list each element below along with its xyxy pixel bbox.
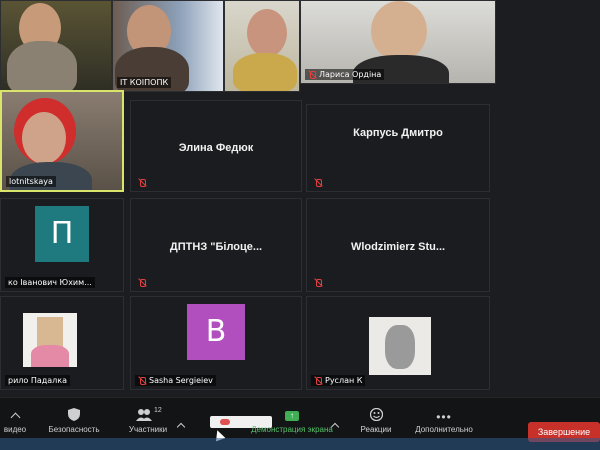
share-screen-button[interactable]: ↑ Демонстрация экрана <box>250 411 334 434</box>
participant-name: Wlodzimierz Stu... <box>350 241 446 254</box>
os-taskbar <box>0 438 600 450</box>
participant-tile-5[interactable]: Элина Федюк <box>130 100 302 192</box>
avatar <box>369 317 431 375</box>
participants-icon-wrap: 12 <box>136 407 162 421</box>
avatar <box>23 313 77 367</box>
reactions-button[interactable]: Реакции <box>354 408 398 434</box>
mic-muted-icon <box>314 279 322 287</box>
participant-name: Карпусь Дмитро <box>353 127 443 140</box>
mic-status <box>311 278 325 288</box>
chevron-up-icon <box>330 422 340 432</box>
end-meeting-label: Завершение <box>537 427 591 437</box>
participants-chevron[interactable] <box>176 422 186 434</box>
avatar: П <box>35 205 89 262</box>
mic-muted-icon <box>138 376 146 385</box>
participant-tile-3[interactable] <box>224 0 300 92</box>
participant-tile-7[interactable]: П ко Іванович Юхим... <box>0 198 124 292</box>
chevron-up-icon <box>10 412 20 423</box>
participant-name: Лариса Ордіна <box>305 69 385 80</box>
participant-name: рило Падалка <box>5 375 71 386</box>
share-screen-icon: ↑ <box>285 411 299 421</box>
more-button[interactable]: ••• Дополнительно <box>408 410 480 434</box>
participant-name: ДПТНЗ "Білоце... <box>169 241 263 254</box>
participant-tile-8[interactable]: ДПТНЗ "Білоце... <box>130 198 302 292</box>
participant-tile-2[interactable]: IT КОІПОПК <box>112 0 224 92</box>
mic-muted-icon <box>314 376 322 385</box>
participants-count: 12 <box>154 407 162 414</box>
reactions-label: Реакции <box>360 425 392 434</box>
share-screen-label: Демонстрация экрана <box>251 425 333 434</box>
participant-name: lotnitskaya <box>6 176 56 187</box>
avatar-letter: П <box>50 216 74 252</box>
people-icon <box>136 409 152 421</box>
participant-tile-active-speaker[interactable]: lotnitskaya <box>0 90 124 192</box>
mic-muted-icon <box>308 70 316 79</box>
video-label: видео <box>3 425 27 434</box>
mic-muted-icon <box>138 179 146 187</box>
meeting-toolbar: видео Безопасность 12 Участники ↑ Демонс… <box>0 397 600 450</box>
participant-name: Sasha Sergieiev <box>135 375 216 386</box>
security-button[interactable]: Безопасность <box>44 408 104 434</box>
participant-tile-6[interactable]: Карпусь Дмитро <box>306 104 490 192</box>
video-button[interactable]: видео <box>0 412 30 434</box>
mic-status <box>135 178 149 188</box>
shield-icon <box>68 408 80 421</box>
more-dots-icon: ••• <box>436 410 452 424</box>
participant-tile-12[interactable]: Руслан К <box>306 296 490 390</box>
security-label: Безопасность <box>48 425 100 434</box>
red-dot-icon <box>220 419 230 425</box>
share-chevron[interactable] <box>330 422 340 434</box>
mic-status <box>311 178 325 188</box>
participant-tile-10[interactable]: рило Падалка <box>0 296 124 390</box>
participants-label: Участники <box>128 425 168 434</box>
participant-tile-1[interactable] <box>0 0 112 92</box>
smiley-icon <box>369 408 383 421</box>
participants-button[interactable]: 12 Участники <box>120 407 176 434</box>
avatar-letter: B <box>205 314 227 350</box>
avatar: B <box>187 303 245 360</box>
participant-tile-11[interactable]: B Sasha Sergieiev <box>130 296 302 390</box>
mic-muted-icon <box>314 179 322 187</box>
participant-name: Руслан К <box>311 375 366 386</box>
participant-name: ко Іванович Юхим... <box>5 277 95 288</box>
participant-tile-4[interactable]: Лариса Ордіна <box>300 0 496 84</box>
mic-status <box>135 278 149 288</box>
more-label: Дополнительно <box>415 425 473 434</box>
participant-name: Элина Федюк <box>178 142 254 155</box>
mic-muted-icon <box>138 279 146 287</box>
participant-name: IT КОІПОПК <box>117 77 172 88</box>
participant-tile-9[interactable]: Wlodzimierz Stu... <box>306 198 490 292</box>
chevron-up-icon <box>176 422 186 432</box>
